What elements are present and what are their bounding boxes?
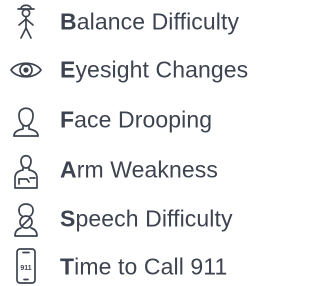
item-label: Balance Difficulty bbox=[60, 8, 240, 35]
list-item-time: 911 Time to Call 911 bbox=[0, 245, 297, 286]
befast-list: Balance Difficulty Eyesight Changes Face… bbox=[0, 0, 297, 286]
phone-911-text: 911 bbox=[20, 265, 31, 272]
item-label: Time to Call 911 bbox=[60, 253, 228, 280]
list-item-arm: Arm Weakness bbox=[0, 148, 297, 192]
list-item-balance: Balance Difficulty bbox=[0, 0, 297, 44]
person-balance-icon bbox=[8, 0, 44, 44]
phone-911-icon: 911 bbox=[8, 245, 44, 286]
item-label: Arm Weakness bbox=[60, 156, 218, 183]
item-label: Face Drooping bbox=[60, 106, 213, 133]
speech-head-icon bbox=[8, 197, 44, 241]
face-outline-icon bbox=[8, 98, 44, 142]
list-item-speech: Speech Difficulty bbox=[0, 197, 297, 241]
person-arm-icon bbox=[8, 148, 44, 192]
eye-icon bbox=[8, 48, 44, 92]
item-label: Eyesight Changes bbox=[60, 56, 249, 83]
list-item-eyesight: Eyesight Changes bbox=[0, 48, 297, 92]
list-item-face: Face Drooping bbox=[0, 98, 297, 142]
item-label: Speech Difficulty bbox=[60, 205, 233, 232]
